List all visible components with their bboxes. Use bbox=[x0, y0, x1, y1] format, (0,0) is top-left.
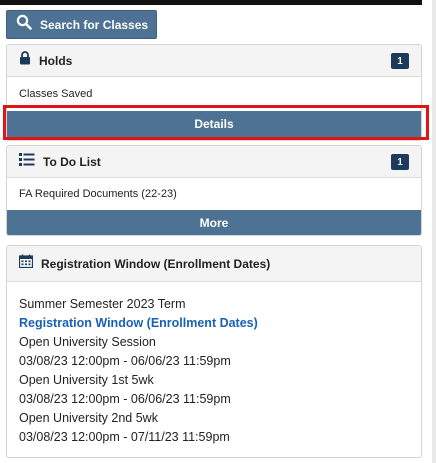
search-icon bbox=[16, 14, 32, 35]
todo-header[interactable]: To Do List 1 bbox=[7, 146, 421, 178]
todo-item: FA Required Documents (22-23) bbox=[19, 188, 177, 200]
session-name: Open University 2nd 5wk bbox=[19, 411, 158, 425]
registration-title: Registration Window (Enrollment Dates) bbox=[41, 256, 271, 271]
scrollbar-track[interactable] bbox=[432, 0, 436, 463]
details-button[interactable]: Details bbox=[7, 111, 421, 137]
search-for-classes-button[interactable]: Search for Classes bbox=[6, 10, 157, 39]
session-name: Open University 1st 5wk bbox=[19, 373, 154, 387]
session-name: Open University Session bbox=[19, 335, 156, 349]
holds-item: Classes Saved bbox=[19, 88, 93, 100]
todo-count-badge: 1 bbox=[391, 154, 409, 170]
todo-title: To Do List bbox=[43, 154, 101, 169]
top-bar bbox=[0, 0, 422, 5]
term-label: Summer Semester 2023 Term bbox=[19, 297, 186, 311]
search-for-classes-label: Search for Classes bbox=[40, 17, 149, 32]
registration-window-link[interactable]: Registration Window (Enrollment Dates) bbox=[19, 314, 421, 333]
holds-count-badge: 1 bbox=[391, 53, 409, 69]
registration-panel: Registration Window (Enrollment Dates) S… bbox=[6, 245, 422, 458]
registration-header[interactable]: Registration Window (Enrollment Dates) bbox=[7, 246, 421, 282]
session-dates: 03/08/23 12:00pm - 06/06/23 11:59pm bbox=[19, 354, 231, 368]
todo-panel: To Do List 1 FA Required Documents (22-2… bbox=[6, 145, 422, 236]
holds-panel: Holds 1 Classes Saved Details bbox=[6, 44, 422, 141]
session-dates: 03/08/23 12:00pm - 06/06/23 11:59pm bbox=[19, 392, 231, 406]
lock-icon bbox=[19, 51, 31, 70]
calendar-icon bbox=[18, 254, 34, 273]
list-icon bbox=[19, 152, 35, 171]
holds-title: Holds bbox=[39, 53, 73, 68]
more-button[interactable]: More bbox=[7, 210, 421, 235]
registration-body: Summer Semester 2023 Term Registration W… bbox=[7, 282, 421, 447]
holds-header[interactable]: Holds 1 bbox=[7, 45, 421, 77]
session-dates: 03/08/23 12:00pm - 07/11/23 11:59pm bbox=[19, 430, 230, 444]
